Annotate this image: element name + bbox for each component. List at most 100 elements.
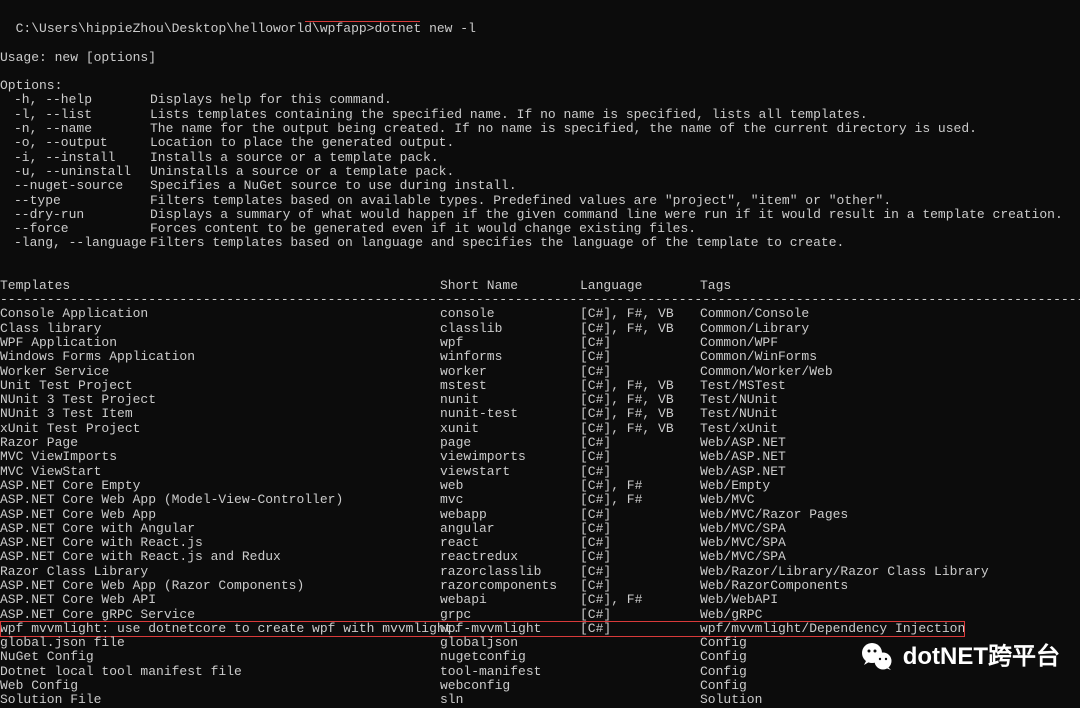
command-underline xyxy=(305,21,420,22)
template-lang xyxy=(580,665,700,679)
option-row: --nuget-sourceSpecifies a NuGet source t… xyxy=(0,179,1080,193)
template-tags: Web/MVC/SPA xyxy=(700,522,1080,536)
template-tags: Common/WPF xyxy=(700,336,1080,350)
template-short: angular xyxy=(440,522,580,536)
template-short: mstest xyxy=(440,379,580,393)
table-row: MVC ViewImportsviewimports[C#]Web/ASP.NE… xyxy=(0,450,1080,464)
template-short: nunit-test xyxy=(440,407,580,421)
template-tags: wpf/mvvmlight/Dependency Injection xyxy=(700,622,1080,636)
template-tags: Config xyxy=(700,679,1080,693)
table-row: ASP.NET Core Web App (Model-View-Control… xyxy=(0,493,1080,507)
template-name: Razor Class Library xyxy=(0,565,440,579)
table-row: Console Applicationconsole[C#], F#, VBCo… xyxy=(0,307,1080,321)
option-flag: --dry-run xyxy=(0,208,150,222)
table-row: ASP.NET Core Web Appwebapp[C#]Web/MVC/Ra… xyxy=(0,508,1080,522)
watermark: dotNET跨平台 xyxy=(859,639,1060,675)
template-lang: [C#] xyxy=(580,450,700,464)
usage-line: Usage: new [options] xyxy=(0,51,1080,65)
options-header: Options: xyxy=(0,79,1080,93)
option-desc: Installs a source or a template pack. xyxy=(150,151,1080,165)
template-name: Console Application xyxy=(0,307,440,321)
template-name: global.json file xyxy=(0,636,440,650)
table-divider: ----------------------------------------… xyxy=(0,293,1080,307)
template-short: webapp xyxy=(440,508,580,522)
template-tags: Test/xUnit xyxy=(700,422,1080,436)
template-name: Worker Service xyxy=(0,365,440,379)
template-short: web xyxy=(440,479,580,493)
template-lang: [C#] xyxy=(580,550,700,564)
template-short: nugetconfig xyxy=(440,650,580,664)
template-tags: Web/gRPC xyxy=(700,608,1080,622)
template-short: wpf-mvvmlight xyxy=(440,622,580,636)
col-header-short: Short Name xyxy=(440,279,580,293)
option-row: -lang, --languageFilters templates based… xyxy=(0,236,1080,250)
template-name: ASP.NET Core with React.js and Redux xyxy=(0,550,440,564)
template-lang: [C#], F#, VB xyxy=(580,393,700,407)
option-flag: -o, --output xyxy=(0,136,150,150)
template-tags: Solution xyxy=(700,693,1080,707)
template-lang: [C#] xyxy=(580,536,700,550)
option-desc: Location to place the generated output. xyxy=(150,136,1080,150)
template-short: wpf xyxy=(440,336,580,350)
prompt-line: C:\Users\hippieZhou\Desktop\helloworld\w… xyxy=(0,8,1080,51)
template-name: Dotnet local tool manifest file xyxy=(0,665,440,679)
template-tags: Test/NUnit xyxy=(700,407,1080,421)
template-tags: Web/RazorComponents xyxy=(700,579,1080,593)
table-row: ASP.NET Core with Angularangular[C#]Web/… xyxy=(0,522,1080,536)
template-name: Web Config xyxy=(0,679,440,693)
option-desc: Lists templates containing the specified… xyxy=(150,108,1080,122)
template-short: grpc xyxy=(440,608,580,622)
template-tags: Test/MSTest xyxy=(700,379,1080,393)
table-row: Unit Test Projectmstest[C#], F#, VBTest/… xyxy=(0,379,1080,393)
wechat-icon xyxy=(859,639,895,675)
template-name: Class library xyxy=(0,322,440,336)
prompt-command: dotnet new -l xyxy=(374,21,475,36)
table-row: ASP.NET Core with React.js and Reduxreac… xyxy=(0,550,1080,564)
table-row: ASP.NET Core Emptyweb[C#], F#Web/Empty xyxy=(0,479,1080,493)
template-name: MVC ViewImports xyxy=(0,450,440,464)
option-desc: Uninstalls a source or a template pack. xyxy=(150,165,1080,179)
template-lang: [C#] xyxy=(580,365,700,379)
table-row: NUnit 3 Test Itemnunit-test[C#], F#, VBT… xyxy=(0,407,1080,421)
template-tags: Test/NUnit xyxy=(700,393,1080,407)
template-lang: [C#] xyxy=(580,436,700,450)
template-name: ASP.NET Core gRPC Service xyxy=(0,608,440,622)
table-row: NUnit 3 Test Projectnunit[C#], F#, VBTes… xyxy=(0,393,1080,407)
option-flag: -lang, --language xyxy=(0,236,150,250)
template-name: NuGet Config xyxy=(0,650,440,664)
template-tags: Web/Razor/Library/Razor Class Library xyxy=(700,565,1080,579)
template-name: WPF Application xyxy=(0,336,440,350)
option-desc: The name for the output being created. I… xyxy=(150,122,1080,136)
template-name: MVC ViewStart xyxy=(0,465,440,479)
table-row: ASP.NET Core with React.jsreact[C#]Web/M… xyxy=(0,536,1080,550)
template-tags: Web/MVC/SPA xyxy=(700,536,1080,550)
option-flag: -l, --list xyxy=(0,108,150,122)
template-short: react xyxy=(440,536,580,550)
template-short: worker xyxy=(440,365,580,379)
option-row: --forceForces content to be generated ev… xyxy=(0,222,1080,236)
table-row: Razor Class Libraryrazorclasslib[C#]Web/… xyxy=(0,565,1080,579)
template-name: ASP.NET Core Web App (Razor Components) xyxy=(0,579,440,593)
template-tags: Common/Worker/Web xyxy=(700,365,1080,379)
template-lang xyxy=(580,679,700,693)
table-row: Solution FileslnSolution xyxy=(0,693,1080,707)
table-row: wpf mvvmlight: use dotnetcore to create … xyxy=(0,622,1080,636)
template-short: page xyxy=(440,436,580,450)
template-name: ASP.NET Core Web API xyxy=(0,593,440,607)
template-lang: [C#], F#, VB xyxy=(580,307,700,321)
template-name: wpf mvvmlight: use dotnetcore to create … xyxy=(0,622,440,636)
template-name: NUnit 3 Test Item xyxy=(0,407,440,421)
template-lang: [C#], F#, VB xyxy=(580,407,700,421)
template-lang: [C#], F# xyxy=(580,479,700,493)
template-short: reactredux xyxy=(440,550,580,564)
template-short: razorcomponents xyxy=(440,579,580,593)
option-desc: Forces content to be generated even if i… xyxy=(150,222,1080,236)
option-row: --dry-runDisplays a summary of what woul… xyxy=(0,208,1080,222)
table-row: Worker Serviceworker[C#]Common/Worker/We… xyxy=(0,365,1080,379)
template-tags: Web/ASP.NET xyxy=(700,450,1080,464)
template-lang: [C#] xyxy=(580,522,700,536)
table-header: Templates Short Name Language Tags xyxy=(0,279,1080,293)
template-short: tool-manifest xyxy=(440,665,580,679)
template-lang xyxy=(580,636,700,650)
option-desc: Filters templates based on available typ… xyxy=(150,194,1080,208)
